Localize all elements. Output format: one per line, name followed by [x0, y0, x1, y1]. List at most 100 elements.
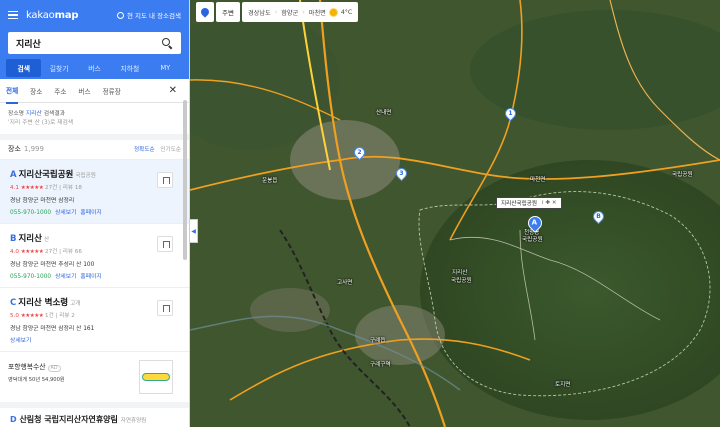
map-label: 국립공원 — [522, 237, 543, 243]
map-marker-1[interactable]: 1 — [502, 105, 519, 122]
map-marker-b[interactable]: B — [590, 208, 607, 225]
result-count-bar: 장소 1,999 정확도순 인기도순 — [0, 140, 189, 160]
tab-place[interactable]: 장소 — [30, 79, 42, 103]
place-link-row: 상세보기 — [10, 335, 181, 344]
bookmark-icon[interactable] — [157, 299, 173, 316]
place-phone-row: 055-970-1000 상세보기 홈페이지 — [10, 273, 102, 280]
tab-all[interactable]: 전체 — [6, 78, 19, 104]
result-info-line2[interactable]: '지리 주변 산 (3)로 재검색 — [8, 119, 181, 128]
place-letter: B — [10, 233, 17, 244]
search-panel: kakaomap 현 지도 내 장소검색 검색 길찾기 버스 지하철 MY 전체… — [0, 0, 190, 427]
category-tabs: 전체 장소 주소 버스 정류장 ✕ — [0, 78, 189, 104]
sort-options: 정확도순 인기도순 — [134, 145, 181, 153]
place-phone-row: 055-970-1000 상세보기 홈페이지 — [10, 209, 102, 216]
place-name[interactable]: 지리산국립공원 — [19, 170, 74, 180]
homepage-link[interactable]: 홈페이지 — [80, 210, 101, 216]
rating: 4.1 ★★★★★ 27건 | 리뷰 18 — [10, 184, 82, 191]
list-item[interactable]: B 지리산 산 4.0 ★★★★★ 27건 | 리뷰 66 경남 함양군 마천면 추… — [0, 224, 189, 288]
place-letter: A — [10, 169, 17, 180]
tab-directions[interactable]: 길찾기 — [41, 59, 76, 77]
map-marker-2[interactable]: 2 — [351, 144, 368, 161]
map-label: 운봉읍 — [262, 178, 278, 184]
map-label: 국립공원 — [451, 278, 472, 284]
bookmark-icon[interactable] — [157, 235, 173, 252]
location-breadcrumb: 경상남도 › 함양군 › 마천면 4°C — [241, 2, 359, 22]
list-item[interactable]: C 지리산 벽소령 고개 5.0 ★★★★★ 1건 | 리뷰 2 경남 함양군 마천… — [0, 288, 189, 352]
ad-title[interactable]: 포항행복수산 — [8, 363, 46, 371]
rating: 4.0 ★★★★★ 27건 | 리뷰 66 — [10, 248, 82, 255]
map-label: 구례구역 — [370, 362, 391, 368]
place-category: 자연휴양림 — [120, 417, 147, 424]
map-area-search-toggle[interactable]: 현 지도 내 장소검색 — [116, 10, 181, 20]
mode-tabs: 검색 길찾기 버스 지하철 MY — [0, 57, 189, 79]
place-letter: D — [10, 414, 17, 424]
tab-bus-line[interactable]: 버스 — [78, 79, 90, 103]
place-category: 국립공원 — [75, 172, 96, 179]
rating: 5.0 ★★★★★ 1건 | 리뷰 2 — [10, 312, 75, 319]
place-name[interactable]: 산림청 국립지리산자연휴양림 — [19, 415, 117, 424]
map-topbar: 주변 경상남도 › 함양군 › 마천면 4°C — [196, 2, 359, 22]
map-marker-a[interactable]: A — [525, 213, 545, 233]
detail-link[interactable]: 상세보기 — [10, 338, 31, 344]
place-address: 경남 함양군 마천면 삼정리 — [10, 197, 75, 204]
sun-icon — [329, 8, 337, 16]
breadcrumb-town[interactable]: 마천면 — [309, 8, 326, 17]
list-item[interactable]: A 지리산국립공원 국립공원 4.1 ★★★★★ 27건 | 리뷰 18 경남 함양… — [0, 159, 189, 224]
place-category: 산 — [43, 236, 50, 243]
map-label: 토지면 — [555, 382, 571, 388]
map-label: 마천면 — [530, 177, 546, 183]
tab-subway[interactable]: 지하철 — [112, 59, 147, 77]
collapse-panel-button[interactable]: ◀ — [189, 219, 198, 243]
top-row: kakaomap 현 지도 내 장소검색 — [8, 0, 181, 30]
tab-my[interactable]: MY — [148, 60, 183, 76]
satellite-map[interactable]: 천왕봉 국립공원 지리산 국립공원 구례읍 고사면 마천면 운봉읍 국립공원 산… — [190, 0, 720, 427]
sort-popularity[interactable]: 인기도순 — [160, 147, 181, 153]
search-input[interactable] — [16, 38, 156, 48]
detail-link[interactable]: 상세보기 — [55, 274, 76, 280]
place-name[interactable]: 지리산 벽소령 — [18, 298, 68, 308]
close-icon[interactable]: ✕ — [169, 85, 177, 96]
map-label: 구례읍 — [370, 338, 386, 344]
popup-title[interactable]: 지리산국립공원 — [501, 199, 537, 207]
place-category: 고개 — [70, 300, 81, 307]
chevron-right-icon: › — [274, 8, 278, 16]
bookmark-icon[interactable] — [157, 171, 173, 188]
homepage-link[interactable]: 홈페이지 — [80, 274, 101, 280]
tab-search[interactable]: 검색 — [6, 59, 42, 77]
logo[interactable]: kakaomap — [26, 10, 79, 21]
ad-item[interactable]: 포항행복수산 AD 영덕대게 50년 54,900원 — [0, 352, 189, 408]
result-info-line1: 장소명 지리산 검색결과 — [8, 111, 66, 117]
scrollbar[interactable] — [183, 100, 187, 260]
map-label: 지리산 — [452, 270, 468, 276]
count-label: 장소 — [8, 145, 21, 154]
result-info: 장소명 지리산 검색결과 '지리 주변 산 (3)로 재검색 — [0, 103, 189, 140]
menu-icon[interactable] — [8, 10, 18, 20]
list-item[interactable]: D 산림청 국립지리산자연휴양림 자연휴양림 — [0, 408, 189, 425]
breadcrumb-county[interactable]: 함양군 — [281, 8, 298, 17]
location-pin-icon[interactable] — [196, 2, 214, 22]
breadcrumb-region[interactable]: 경상남도 — [248, 8, 271, 17]
map-label: 국립공원 — [672, 172, 693, 178]
chevron-right-icon: › — [302, 8, 305, 16]
detail-link[interactable]: 상세보기 — [55, 210, 76, 216]
place-name[interactable]: 지리산 — [18, 234, 41, 244]
tab-bus-stop[interactable]: 정류장 — [103, 79, 121, 103]
tab-bus[interactable]: 버스 — [77, 59, 112, 77]
ad-logo[interactable] — [139, 359, 173, 394]
tab-address[interactable]: 주소 — [54, 79, 66, 103]
radio-icon — [116, 11, 124, 19]
sort-accuracy[interactable]: 정확도순 — [134, 147, 155, 153]
temperature: 4°C — [340, 8, 353, 16]
popup-controls[interactable]: i ✚ ✕ — [542, 200, 556, 206]
search-icon[interactable] — [161, 37, 173, 49]
search-box — [8, 32, 181, 54]
map-imagery — [190, 0, 720, 427]
place-letter: C — [10, 297, 17, 308]
place-address: 경남 함양군 마천면 추성리 산 100 — [10, 261, 95, 268]
ad-badge: AD — [47, 364, 61, 372]
around-button[interactable]: 주변 — [216, 2, 240, 22]
place-popup[interactable]: 지리산국립공원 i ✚ ✕ — [496, 197, 562, 209]
panel-header: kakaomap 현 지도 내 장소검색 검색 길찾기 버스 지하철 MY — [0, 0, 189, 79]
map-marker-3[interactable]: 3 — [393, 165, 410, 182]
map-area-search-label: 현 지도 내 장소검색 — [126, 12, 181, 20]
